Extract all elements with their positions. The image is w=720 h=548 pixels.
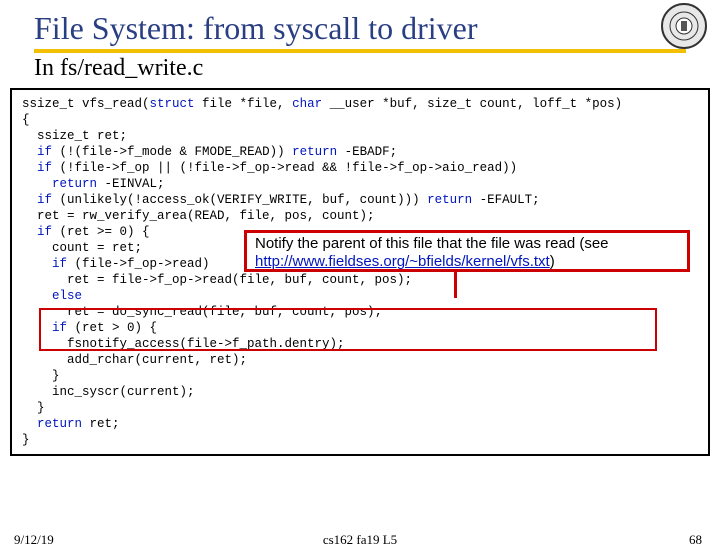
callout-text-end: ) (550, 253, 555, 270)
callout-box: Notify the parent of this file that the … (244, 230, 690, 272)
title-underline (34, 49, 686, 53)
footer-page-number: 68 (689, 532, 702, 548)
callout-text: Notify the parent of this file that the … (255, 235, 609, 252)
code-block: ssize_t vfs_read(struct file *file, char… (10, 88, 710, 456)
callout-arrow-icon (454, 272, 457, 298)
callout-link[interactable]: http://www.fieldses.org/~bfields/kernel/… (255, 253, 550, 270)
subtitle: In fs/read_write.c (34, 55, 686, 82)
footer-center: cs162 fa19 L5 (0, 532, 720, 548)
page-title: File System: from syscall to driver (34, 10, 686, 47)
code-content: ssize_t vfs_read(struct file *file, char… (22, 96, 698, 448)
seal-logo-icon (660, 2, 708, 50)
title-bar: File System: from syscall to driver In f… (0, 0, 720, 82)
